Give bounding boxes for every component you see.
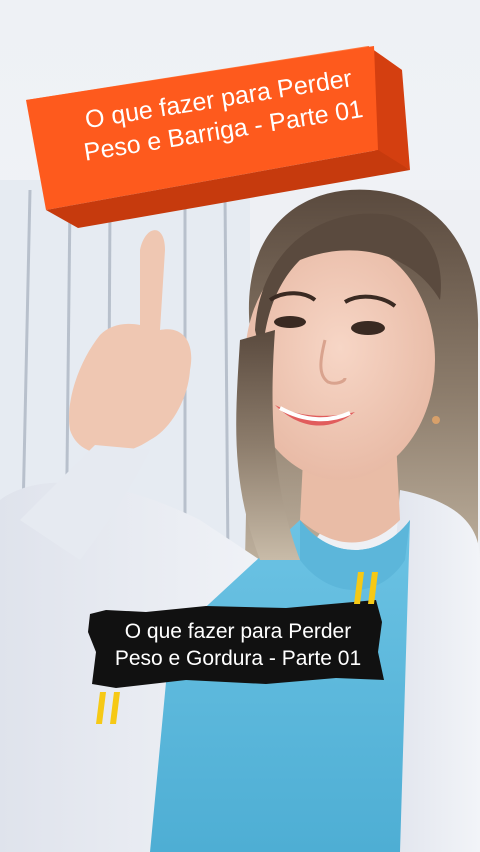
quote-mark-icon	[354, 572, 378, 604]
quote-mark-icon	[96, 692, 120, 724]
caption-line-2: Peso e Gordura - Parte 01	[114, 647, 362, 670]
caption: O que fazer para Perder Peso e Gordura -…	[98, 618, 378, 672]
caption-line-1: O que fazer para Perder	[124, 620, 352, 643]
